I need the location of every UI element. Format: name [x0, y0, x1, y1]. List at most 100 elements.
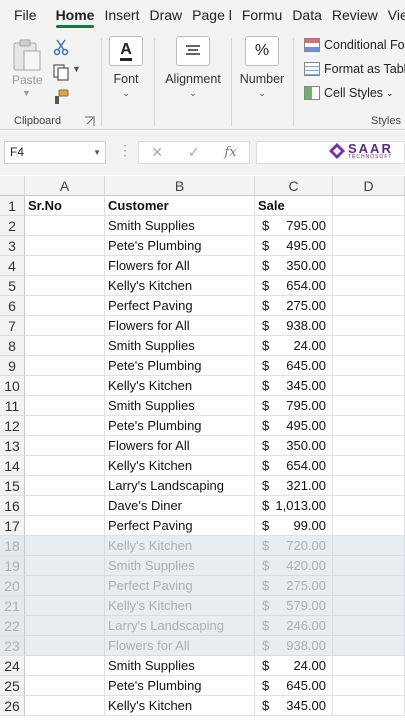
- cell-customer[interactable]: Smith Supplies: [105, 336, 255, 356]
- cell-customer[interactable]: Larry's Landscaping: [105, 476, 255, 496]
- cell-empty[interactable]: [333, 476, 405, 496]
- row-number[interactable]: 21: [0, 596, 25, 616]
- cell-sale[interactable]: $938.00: [255, 316, 333, 336]
- chevron-down-icon[interactable]: ▼: [22, 88, 31, 98]
- cell-customer[interactable]: Smith Supplies: [105, 556, 255, 576]
- cell-sale[interactable]: $720.00: [255, 536, 333, 556]
- cell-empty[interactable]: [333, 656, 405, 676]
- cell-srno[interactable]: [25, 496, 105, 516]
- cell-customer[interactable]: Pete's Plumbing: [105, 236, 255, 256]
- header-cell-srno[interactable]: Sr.No: [25, 196, 105, 216]
- tab-file[interactable]: File: [0, 0, 51, 30]
- cell-srno[interactable]: [25, 616, 105, 636]
- row-number[interactable]: 13: [0, 436, 25, 456]
- cell-srno[interactable]: [25, 296, 105, 316]
- dialog-launcher-icon[interactable]: [84, 116, 95, 127]
- cell-srno[interactable]: [25, 556, 105, 576]
- row-number[interactable]: 24: [0, 656, 25, 676]
- column-header-a[interactable]: A: [25, 176, 105, 196]
- cell-empty[interactable]: [333, 556, 405, 576]
- cell-empty[interactable]: [333, 296, 405, 316]
- cell-sale[interactable]: $24.00: [255, 656, 333, 676]
- cell-empty[interactable]: [333, 636, 405, 656]
- row-number[interactable]: 15: [0, 476, 25, 496]
- cell-customer[interactable]: Flowers for All: [105, 256, 255, 276]
- cell-empty[interactable]: [333, 276, 405, 296]
- tab-review[interactable]: Review: [327, 0, 383, 30]
- tab-home[interactable]: Home: [51, 0, 100, 30]
- cell-empty[interactable]: [333, 256, 405, 276]
- row-number[interactable]: 2: [0, 216, 25, 236]
- cell-sale[interactable]: $645.00: [255, 676, 333, 696]
- tab-data[interactable]: Data: [287, 0, 327, 30]
- cell-customer[interactable]: Perfect Paving: [105, 296, 255, 316]
- paste-icon[interactable]: [12, 38, 42, 72]
- cell-empty[interactable]: [333, 436, 405, 456]
- cell-sale[interactable]: $645.00: [255, 356, 333, 376]
- cell-customer[interactable]: Perfect Paving: [105, 516, 255, 536]
- cell-customer[interactable]: Kelly's Kitchen: [105, 456, 255, 476]
- cell-customer[interactable]: Pete's Plumbing: [105, 356, 255, 376]
- cell-empty[interactable]: [333, 336, 405, 356]
- cell-srno[interactable]: [25, 576, 105, 596]
- cell-sale[interactable]: $350.00: [255, 256, 333, 276]
- more-icon[interactable]: ⋮: [118, 142, 132, 159]
- cell-sale[interactable]: $24.00: [255, 336, 333, 356]
- number-button[interactable]: % Number ⌄: [237, 36, 287, 99]
- cell-sale[interactable]: $654.00: [255, 276, 333, 296]
- cell-sale[interactable]: $275.00: [255, 296, 333, 316]
- row-number[interactable]: 20: [0, 576, 25, 596]
- tab-draw[interactable]: Draw: [144, 0, 187, 30]
- cell-sale[interactable]: $1,013.00: [255, 496, 333, 516]
- cell-empty[interactable]: [333, 676, 405, 696]
- column-header-d[interactable]: D: [333, 176, 405, 196]
- cell-srno[interactable]: [25, 596, 105, 616]
- row-number[interactable]: 9: [0, 356, 25, 376]
- cell-customer[interactable]: Smith Supplies: [105, 656, 255, 676]
- tab-view[interactable]: View: [383, 0, 405, 30]
- insert-function-icon[interactable]: fx: [224, 145, 236, 160]
- row-number[interactable]: 17: [0, 516, 25, 536]
- font-button[interactable]: A Font ⌄: [106, 36, 146, 99]
- cell-customer[interactable]: Larry's Landscaping: [105, 616, 255, 636]
- cell-empty[interactable]: [333, 576, 405, 596]
- alignment-button[interactable]: Alignment ⌄: [160, 36, 226, 99]
- cell-srno[interactable]: [25, 356, 105, 376]
- row-number[interactable]: 14: [0, 456, 25, 476]
- cell-srno[interactable]: [25, 696, 105, 716]
- cell-srno[interactable]: [25, 416, 105, 436]
- cell-srno[interactable]: [25, 536, 105, 556]
- row-number[interactable]: 18: [0, 536, 25, 556]
- cell-sale[interactable]: $795.00: [255, 216, 333, 236]
- cell-empty[interactable]: [333, 376, 405, 396]
- cell-sale[interactable]: $275.00: [255, 576, 333, 596]
- copy-icon[interactable]: [52, 63, 70, 81]
- cell-customer[interactable]: Pete's Plumbing: [105, 416, 255, 436]
- cell-customer[interactable]: Kelly's Kitchen: [105, 376, 255, 396]
- row-number[interactable]: 3: [0, 236, 25, 256]
- tab-formulas[interactable]: Formu: [237, 0, 287, 30]
- row-number[interactable]: 26: [0, 696, 25, 716]
- cell-sale[interactable]: $420.00: [255, 556, 333, 576]
- row-number[interactable]: 4: [0, 256, 25, 276]
- cell-empty[interactable]: [333, 616, 405, 636]
- cell-sale[interactable]: $654.00: [255, 456, 333, 476]
- row-number[interactable]: 10: [0, 376, 25, 396]
- cell-srno[interactable]: [25, 516, 105, 536]
- tab-insert[interactable]: Insert: [99, 0, 144, 30]
- header-cell-customer[interactable]: Customer: [105, 196, 255, 216]
- cell-customer[interactable]: Kelly's Kitchen: [105, 536, 255, 556]
- cell-srno[interactable]: [25, 636, 105, 656]
- cell-customer[interactable]: Kelly's Kitchen: [105, 696, 255, 716]
- cell-sale[interactable]: $350.00: [255, 436, 333, 456]
- cell-srno[interactable]: [25, 256, 105, 276]
- cell-styles-button[interactable]: Cell Styles ⌄: [304, 86, 394, 100]
- cell-srno[interactable]: [25, 656, 105, 676]
- cell-customer[interactable]: Pete's Plumbing: [105, 676, 255, 696]
- row-number[interactable]: 22: [0, 616, 25, 636]
- cell-empty[interactable]: [333, 536, 405, 556]
- cell-sale[interactable]: $579.00: [255, 596, 333, 616]
- cell-customer[interactable]: Kelly's Kitchen: [105, 276, 255, 296]
- row-number[interactable]: 8: [0, 336, 25, 356]
- row-number[interactable]: 12: [0, 416, 25, 436]
